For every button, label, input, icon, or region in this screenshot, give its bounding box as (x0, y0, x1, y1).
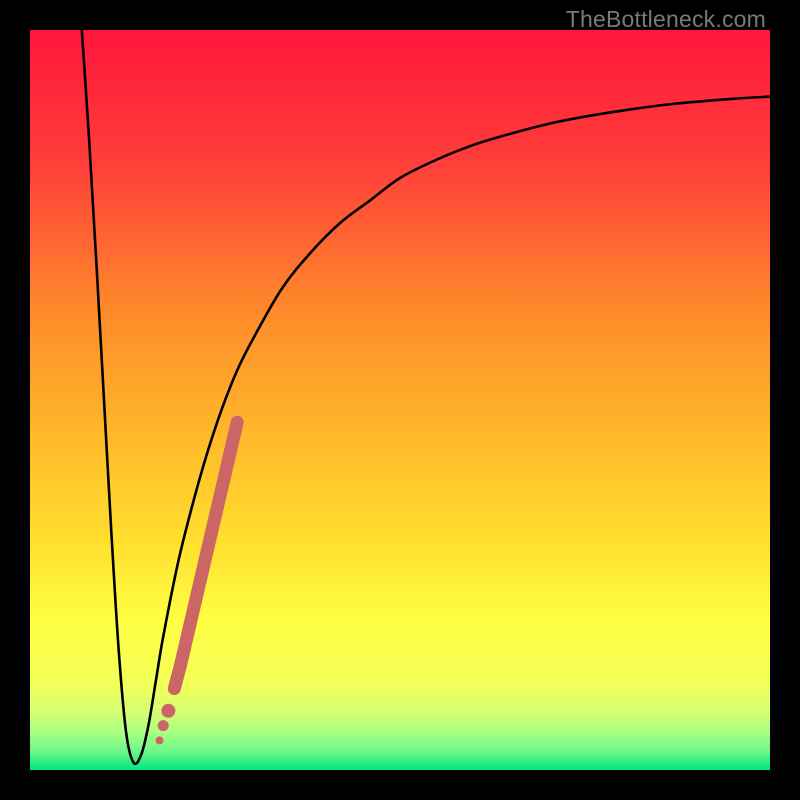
watermark-text: TheBottleneck.com (566, 6, 766, 33)
background-gradient (30, 30, 770, 770)
chart-frame: TheBottleneck.com (0, 0, 800, 800)
plot-area (30, 30, 770, 770)
